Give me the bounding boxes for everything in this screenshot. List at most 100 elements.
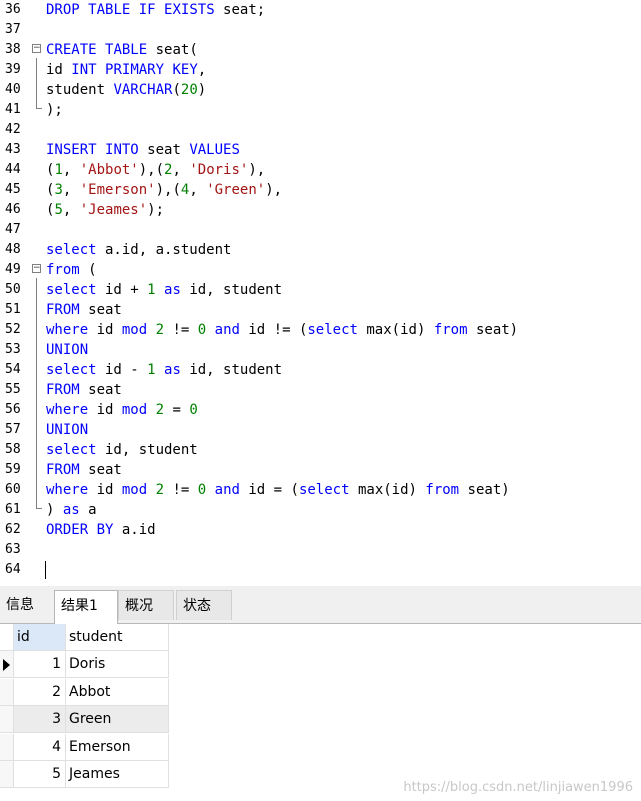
code-line[interactable]: 46 (5, 'Jeames'); (0, 200, 641, 220)
sql-editor[interactable]: 36 DROP TABLE IF EXISTS seat; 37 38− CREATE … (0, 0, 641, 586)
line-number: 46 (5, 202, 21, 217)
cell-student[interactable]: Jeames (66, 761, 169, 788)
header-corner (0, 624, 14, 651)
code-line[interactable]: 52 where id mod 2 != 0 and id != (select … (0, 320, 641, 340)
column-header-id[interactable]: id (14, 624, 66, 651)
line-number: 43 (5, 142, 21, 157)
cell-id[interactable]: 1 (14, 651, 66, 678)
code-line[interactable]: 45 (3, 'Emerson'),(4, 'Green'), (0, 180, 641, 200)
code-line[interactable]: 41); (0, 100, 641, 120)
code-text: (1, 'Abbot'),(2, 'Doris'), (46, 162, 266, 178)
code-text: FROM seat (46, 382, 122, 398)
row-indicator[interactable] (0, 733, 14, 761)
line-number: 49 (5, 262, 21, 277)
code-line[interactable]: 61) as a (0, 500, 641, 520)
line-number: 52 (5, 322, 21, 337)
code-text: (3, 'Emerson'),(4, 'Green'), (46, 182, 283, 198)
line-number: 45 (5, 182, 21, 197)
code-line[interactable]: 49 − from ( (0, 260, 641, 280)
code-line[interactable]: 53 UNION (0, 340, 641, 360)
line-number: 60 (5, 482, 21, 497)
code-text: student VARCHAR(20) (46, 82, 207, 98)
code-text: FROM seat (46, 302, 122, 318)
code-text: ) as a (46, 502, 97, 518)
code-text: id INT PRIMARY KEY, (46, 62, 207, 78)
line-number: 56 (5, 402, 21, 417)
code-line[interactable]: 56 where id mod 2 = 0 (0, 400, 641, 420)
code-text: where id mod 2 = 0 (46, 402, 198, 418)
line-number: 44 (5, 162, 21, 177)
code-line[interactable]: 40 student VARCHAR(20) (0, 80, 641, 100)
cell-student[interactable]: Doris (66, 651, 169, 678)
code-line[interactable]: 59 FROM seat (0, 460, 641, 480)
code-text: CREATE TABLE seat( (46, 42, 198, 58)
tab-profile[interactable]: 概况 (118, 590, 174, 620)
row-indicator[interactable] (0, 651, 14, 678)
code-line[interactable]: 42 (0, 120, 641, 140)
code-line[interactable]: 55 FROM seat (0, 380, 641, 400)
result-grid[interactable]: id student 1 Doris 2 Abbot 3 Green 4 Emerson 5 Je… (0, 624, 641, 801)
code-line[interactable]: 47 (0, 220, 641, 240)
cell-student[interactable]: Emerson (66, 733, 169, 761)
code-line[interactable]: 50 select id + 1 as id, student (0, 280, 641, 300)
line-number: 55 (5, 382, 21, 397)
fold-toggle-icon[interactable]: − (32, 264, 41, 273)
code-text: select id - 1 as id, student (46, 362, 283, 378)
code-line[interactable]: 64 (0, 560, 641, 580)
row-indicator[interactable] (0, 678, 14, 706)
cell-id[interactable]: 3 (14, 706, 66, 733)
line-number: 57 (5, 422, 21, 437)
code-text: ); (46, 102, 63, 118)
code-line[interactable]: 39 id INT PRIMARY KEY, (0, 60, 641, 80)
row-indicator[interactable] (0, 706, 14, 733)
code-text: DROP TABLE IF EXISTS seat; (46, 2, 266, 18)
code-text: INSERT INTO seat VALUES (46, 142, 240, 158)
line-number: 39 (5, 62, 21, 77)
code-text: UNION (46, 422, 89, 438)
fold-toggle-icon[interactable]: − (32, 44, 41, 53)
code-text: where id mod 2 != 0 and id = (select max… (46, 482, 510, 498)
line-number: 62 (5, 522, 21, 537)
code-line[interactable]: 60 where id mod 2 != 0 and id = (select m… (0, 480, 641, 500)
code-text: from ( (46, 262, 97, 278)
cell-id[interactable]: 2 (14, 678, 66, 706)
tab-status[interactable]: 状态 (176, 590, 232, 620)
watermark: https://blog.csdn.net/linjiawen1996 (403, 780, 633, 795)
line-number: 36 (5, 2, 21, 17)
column-header-student[interactable]: student (66, 624, 169, 651)
code-line[interactable]: 37 (0, 20, 641, 40)
code-line[interactable]: 63 (0, 540, 641, 560)
code-text: (5, 'Jeames'); (46, 202, 165, 218)
code-line[interactable]: 57 UNION (0, 420, 641, 440)
cell-student[interactable]: Abbot (66, 678, 169, 706)
code-text: select id + 1 as id, student (46, 282, 283, 298)
line-number: 59 (5, 462, 21, 477)
code-text: ORDER BY a.id (46, 522, 156, 538)
code-line[interactable]: 36 DROP TABLE IF EXISTS seat; (0, 0, 641, 20)
line-number: 41 (5, 102, 21, 117)
tab-result1[interactable]: 结果1 (54, 590, 118, 624)
code-text: select id, student (46, 442, 198, 458)
code-line[interactable]: 62 ORDER BY a.id (0, 520, 641, 540)
line-number: 53 (5, 342, 21, 357)
cell-id[interactable]: 4 (14, 733, 66, 761)
code-line[interactable]: 48 select a.id, a.student (0, 240, 641, 260)
code-line[interactable]: 38 − CREATE TABLE seat( (0, 40, 641, 60)
code-line[interactable]: 54 select id - 1 as id, student (0, 360, 641, 380)
code-text: select a.id, a.student (46, 242, 232, 258)
row-indicator[interactable] (0, 761, 14, 788)
code-line[interactable]: 44 (1, 'Abbot'),(2, 'Doris'), (0, 160, 641, 180)
line-number: 37 (5, 22, 21, 37)
text-caret (45, 561, 46, 579)
current-row-arrow-icon (3, 659, 10, 671)
code-line[interactable]: 58 select id, student (0, 440, 641, 460)
line-number: 51 (5, 302, 21, 317)
line-number: 38 (5, 42, 21, 57)
code-line[interactable]: 51 FROM seat (0, 300, 641, 320)
cell-id[interactable]: 5 (14, 761, 66, 788)
line-number: 47 (5, 222, 21, 237)
code-text: where id mod 2 != 0 and id != (select ma… (46, 322, 519, 338)
code-line[interactable]: 43 INSERT INTO seat VALUES (0, 140, 641, 160)
cell-student[interactable]: Green (66, 706, 169, 733)
tab-info[interactable]: 信息 (0, 590, 54, 620)
